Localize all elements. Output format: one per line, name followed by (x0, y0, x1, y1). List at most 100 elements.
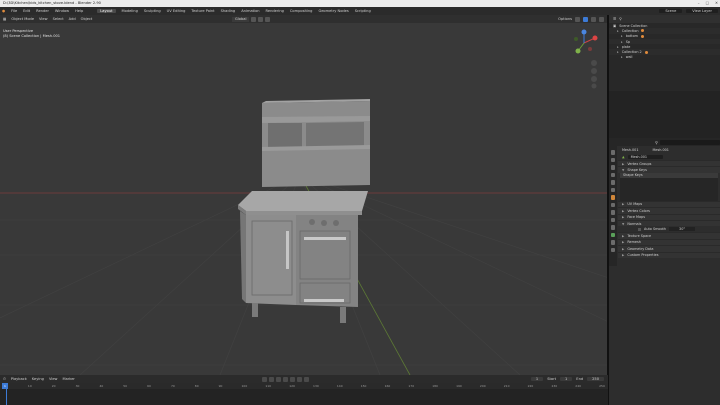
menu-render[interactable]: Render (36, 9, 49, 13)
start-frame-field[interactable]: 1 (560, 377, 573, 381)
3d-viewport[interactable]: ▦ Object Mode View Select Add Object Glo… (0, 15, 608, 375)
current-frame-field[interactable]: 1 (530, 377, 544, 381)
pivot-icon[interactable] (251, 16, 257, 22)
end-frame-field[interactable]: 250 (587, 377, 604, 381)
ruler-tick: 80 (194, 384, 199, 388)
menu-marker[interactable]: Marker (62, 377, 74, 381)
viewport-header: ▦ Object Mode View Select Add Object Glo… (0, 15, 608, 23)
mesh-data-tab-icon[interactable] (610, 232, 616, 237)
kitchen-stove-model[interactable] (0, 15, 608, 375)
ruler-tick: 180 (432, 384, 438, 388)
proportional-edit-icon[interactable] (265, 16, 271, 22)
expand-icon[interactable]: ▸ (617, 29, 619, 33)
expand-icon[interactable]: ▸ (621, 55, 623, 59)
properties-search: ⚲ (609, 138, 720, 146)
wireframe-shading-icon[interactable] (575, 16, 580, 22)
particles-tab-icon[interactable] (610, 210, 616, 215)
constraints-tab-icon[interactable] (610, 225, 616, 230)
transform-orientation[interactable]: Global (232, 16, 250, 22)
output-tab-icon[interactable] (610, 165, 616, 170)
breadcrumb-object[interactable]: Mesh.001 (622, 148, 638, 152)
playhead-frame[interactable]: 1 (2, 383, 8, 389)
menu-keying[interactable]: Keying (32, 377, 44, 381)
menu-add[interactable]: Add (69, 17, 76, 21)
list-item[interactable]: Shape Keys (620, 172, 718, 178)
breadcrumb-mesh[interactable]: Mesh.001 (652, 148, 668, 152)
mesh-name-field[interactable]: Mesh.001 (627, 154, 664, 159)
object-tab-icon[interactable] (610, 195, 616, 200)
texture-tab-icon[interactable] (610, 247, 616, 252)
outliner-icon[interactable]: ☰ (613, 17, 616, 21)
panel-label: UV Maps (627, 202, 643, 207)
auto-smooth-angle-field[interactable]: 30° (669, 227, 696, 232)
frame-ruler[interactable]: 0102030405060708090100110120130140150160… (0, 383, 608, 389)
menu-window[interactable]: Window (55, 9, 69, 13)
expand-icon[interactable]: ▸ (621, 34, 623, 38)
tab-sculpting[interactable]: Sculpting (144, 9, 161, 13)
menu-help[interactable]: Help (75, 9, 83, 13)
menu-edit[interactable]: Edit (23, 9, 30, 13)
ruler-tick: 190 (456, 384, 462, 388)
mode-selector[interactable]: Object Mode (11, 17, 34, 21)
tab-uv-editing[interactable]: UV Editing (167, 9, 186, 13)
tool-tab-icon[interactable] (610, 150, 616, 155)
tab-texture-paint[interactable]: Texture Paint (191, 9, 214, 13)
menu-select[interactable]: Select (53, 17, 64, 21)
snap-icon[interactable] (258, 16, 264, 22)
tab-rendering[interactable]: Rendering (266, 9, 284, 13)
solid-shading-icon[interactable] (583, 16, 588, 22)
maximize-icon[interactable]: □ (706, 0, 709, 7)
panel-label: Face Maps (627, 215, 645, 220)
collapse-arrow-icon: ▶ (622, 215, 625, 220)
expand-icon[interactable]: ▸ (617, 50, 619, 54)
menu-file[interactable]: File (11, 9, 17, 13)
scene-selector[interactable]: Scene (659, 9, 683, 13)
modifier-tab-icon[interactable] (610, 202, 616, 207)
world-tab-icon[interactable] (610, 187, 616, 192)
outliner-row[interactable]: ▸ wall (609, 55, 720, 60)
search-input[interactable] (659, 139, 720, 145)
minimize-icon[interactable]: – (698, 0, 700, 7)
jump-end-icon[interactable] (304, 376, 309, 382)
menu-playback[interactable]: Playback (11, 377, 27, 381)
menu-object[interactable]: Object (81, 17, 93, 21)
expand-icon[interactable]: ▸ (617, 45, 619, 49)
expand-icon[interactable]: ▸ (621, 40, 623, 44)
rendered-shading-icon[interactable] (599, 16, 604, 22)
prev-keyframe-icon[interactable] (276, 376, 281, 382)
close-icon[interactable]: ✕ (715, 0, 718, 7)
tab-scripting[interactable]: Scripting (355, 9, 371, 13)
tab-geometry-nodes[interactable]: Geometry Nodes (318, 9, 348, 13)
record-icon[interactable] (262, 376, 267, 382)
menu-view-timeline[interactable]: View (49, 377, 58, 381)
blender-logo-icon[interactable]: ● (2, 9, 5, 13)
tab-shading[interactable]: Shading (221, 9, 236, 13)
tab-animation[interactable]: Animation (241, 9, 259, 13)
render-tab-icon[interactable] (610, 157, 616, 162)
menu-view[interactable]: View (39, 17, 48, 21)
outliner-filter-icon[interactable]: ⚲ (619, 17, 622, 21)
panel-custom-properties[interactable]: ▶ Custom Properties (618, 251, 720, 258)
timeline-editor-icon[interactable]: ⏱ (3, 377, 6, 381)
timeline-area[interactable]: 0102030405060708090100110120130140150160… (0, 383, 608, 405)
view-layer-selector[interactable]: View Layer (686, 9, 718, 13)
options-button[interactable]: Options (558, 17, 572, 22)
shape-keys-list[interactable]: Shape Keys (620, 172, 718, 201)
physics-tab-icon[interactable] (610, 217, 616, 222)
view-layer-tab-icon[interactable] (610, 172, 616, 177)
auto-smooth-checkbox[interactable] (638, 227, 641, 231)
editor-type-icon[interactable]: ▦ (3, 17, 6, 21)
material-tab-icon[interactable] (610, 240, 616, 245)
collection-icon: ▣ (613, 23, 617, 28)
tab-layout[interactable]: Layout (97, 9, 116, 13)
play-icon[interactable] (290, 376, 295, 382)
play-reverse-icon[interactable] (283, 376, 288, 382)
jump-start-icon[interactable] (269, 376, 274, 382)
navigation-gizmo[interactable] (564, 29, 604, 89)
next-keyframe-icon[interactable] (297, 376, 302, 382)
object-icon (641, 29, 645, 33)
tab-compositing[interactable]: Compositing (290, 9, 313, 13)
material-shading-icon[interactable] (591, 16, 596, 22)
scene-tab-icon[interactable] (610, 180, 616, 185)
tab-modeling[interactable]: Modeling (122, 9, 138, 13)
